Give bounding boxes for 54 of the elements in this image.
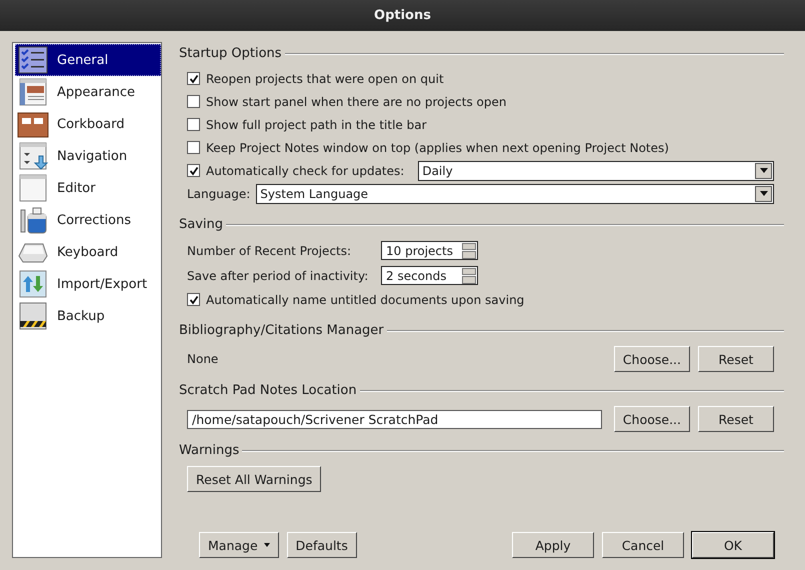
checkbox-label: Show full project path in the title bar <box>206 118 427 132</box>
defaults-button[interactable]: Defaults <box>286 532 357 558</box>
checkbox[interactable] <box>187 118 200 131</box>
field-label: Number of Recent Projects: <box>187 244 352 258</box>
field-label: Language: <box>187 186 250 200</box>
checkbox-label: Reopen projects that were open on quit <box>206 72 444 86</box>
sidebar-item[interactable]: Editor <box>15 172 161 204</box>
window-title: Options <box>374 8 431 23</box>
choose-button[interactable]: Choose... <box>614 406 690 432</box>
navigation-window-icon <box>17 142 49 170</box>
citation-manager-value: None <box>187 352 218 366</box>
menu-button[interactable]: Manage <box>199 532 279 558</box>
dialog-button[interactable]: OK <box>692 532 774 558</box>
choose-button[interactable]: Choose... <box>614 346 690 372</box>
choose-button[interactable]: Reset <box>698 346 774 372</box>
corkboard-icon <box>17 110 49 138</box>
editor-window-icon <box>17 174 49 202</box>
spin-box[interactable]: 10 projects <box>381 241 478 260</box>
section-heading: Scratch Pad Notes Location <box>179 383 357 398</box>
language-dropdown[interactable]: System Language <box>256 184 774 204</box>
section-heading: Startup Options <box>179 46 282 61</box>
checkbox-label: Automatically check for updates: <box>206 164 404 178</box>
reset-warnings-button[interactable]: Reset All Warnings <box>187 466 322 492</box>
checkbox[interactable] <box>187 72 200 85</box>
sidebar-item[interactable]: Corrections <box>15 204 161 236</box>
section-heading: Saving <box>179 217 224 232</box>
sidebar-item[interactable]: Backup <box>15 300 161 332</box>
field-label: Save after period of inactivity: <box>187 268 370 282</box>
sidebar-item[interactable]: Import/Export <box>15 268 161 300</box>
dialog-button[interactable]: Cancel <box>602 532 684 558</box>
checkbox[interactable] <box>187 95 200 108</box>
section-heading: Bibliography/Citations Manager <box>179 323 384 338</box>
path-field[interactable]: /home/satapouch/Scrivener ScratchPad <box>187 410 602 428</box>
checkbox-label: Keep Project Notes window on top (applies when next opening Project Notes) <box>206 140 669 154</box>
backup-drive-icon <box>17 302 49 330</box>
section-heading: Warnings <box>179 443 240 458</box>
checklist-icon <box>17 46 49 74</box>
sidebar-item[interactable]: Corkboard <box>15 108 161 140</box>
checkbox-label: Show start panel when there are no projects open <box>206 94 506 108</box>
checkbox[interactable] <box>187 293 200 306</box>
checkbox[interactable] <box>187 164 200 177</box>
window-layout-icon <box>17 78 49 106</box>
sidebar-item[interactable]: General <box>15 44 161 76</box>
choose-button[interactable]: Reset <box>698 406 774 432</box>
update-frequency-dropdown[interactable]: Daily <box>418 160 774 180</box>
sidebar-item[interactable]: Appearance <box>15 76 161 108</box>
checkbox-label: Automatically name untitled documents upon saving <box>206 292 524 306</box>
sidebar-item[interactable]: Keyboard <box>15 236 161 268</box>
checkbox[interactable] <box>187 141 200 154</box>
dialog-button[interactable]: Apply <box>512 532 594 558</box>
caret-icon <box>264 543 270 547</box>
spin-box[interactable]: 2 seconds <box>381 266 478 285</box>
up-down-arrows-icon <box>17 270 49 298</box>
sidebar-item[interactable]: Navigation <box>15 140 161 172</box>
